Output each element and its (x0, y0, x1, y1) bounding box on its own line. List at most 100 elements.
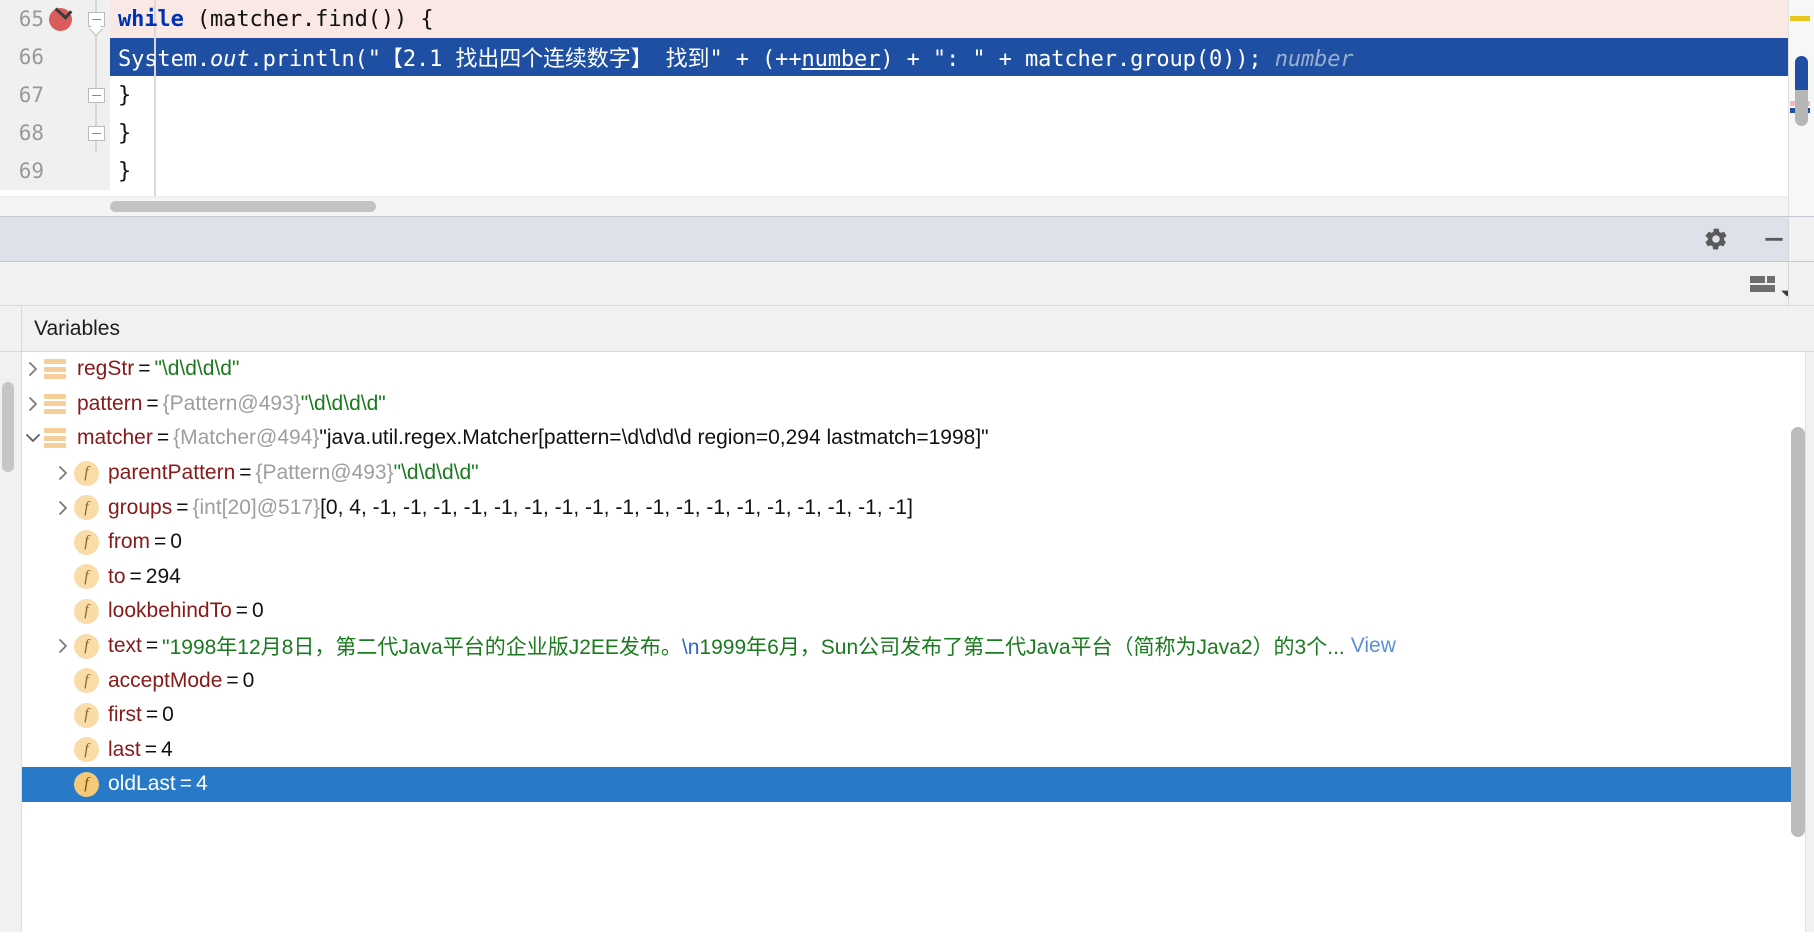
field-icon: f (74, 771, 99, 797)
chevron-right-icon[interactable] (22, 361, 44, 377)
variable-row[interactable]: f oldLast = 4 (0, 767, 1814, 802)
variable-value: "\d\d\d\d" (300, 391, 386, 415)
field-icon: f (74, 737, 99, 763)
variables-vertical-scrollbar[interactable] (1791, 352, 1805, 932)
code-editor[interactable]: 65 while (matcher.find()) {66 System.out… (0, 0, 1814, 216)
chevron-right-icon[interactable] (52, 500, 74, 516)
fold-column[interactable] (82, 76, 110, 114)
breakpoint-slot[interactable] (46, 0, 74, 38)
variable-row[interactable]: f text = "1998年12月8日，第二代Java平台的企业版J2EE发布。\n… (0, 629, 1814, 664)
variables-scrollbar-thumb[interactable] (1791, 427, 1805, 837)
breakpoint-slot[interactable] (46, 114, 74, 152)
minimize-button[interactable] (1758, 223, 1790, 255)
line-number: 68 (18, 121, 44, 145)
view-value-link[interactable]: View (1345, 634, 1396, 658)
horizontal-scrollbar[interactable] (0, 196, 1788, 216)
equals-sign: = (235, 599, 249, 623)
variable-name: regStr (77, 357, 135, 381)
fold-toggle-icon[interactable] (87, 11, 105, 27)
line-gutter[interactable]: 69 (0, 152, 82, 190)
fold-toggle-icon[interactable] (87, 125, 105, 141)
variable-name: groups (108, 495, 173, 519)
chevron-down-icon[interactable] (22, 430, 44, 446)
variable-value: "java.util.regex.Matcher[pattern=\d\d\d\… (319, 426, 989, 450)
equals-sign: = (129, 564, 142, 588)
debug-toolbar (0, 216, 1814, 262)
line-gutter[interactable]: 67 (0, 76, 82, 114)
variable-row[interactable]: regStr = "\d\d\d\d" (0, 352, 1814, 387)
inlay-hint: number (1261, 47, 1354, 72)
variables-tree[interactable]: regStr = "\d\d\d\d" pattern = {Pattern@493} "… (0, 352, 1814, 932)
equals-sign: = (138, 357, 151, 381)
indent-guide-1 (154, 0, 156, 216)
equals-sign: = (145, 634, 159, 658)
warning-marker[interactable] (1790, 16, 1810, 21)
code-line[interactable]: 65 while (matcher.find()) { (0, 0, 1814, 38)
code-line-text: } (118, 120, 132, 146)
variables-rows: regStr = "\d\d\d\d" pattern = {Pattern@493} "… (0, 352, 1814, 802)
fold-toggle-icon[interactable] (87, 87, 105, 103)
code-line[interactable]: 66 System.out.println("【2.1 找出四个连续数字】 找到… (0, 38, 1814, 76)
equals-sign: = (154, 530, 167, 554)
variable-row[interactable]: f last = 4 (0, 733, 1814, 768)
code-line[interactable]: 67 } (0, 76, 1814, 114)
variable-row[interactable]: f first = 0 (0, 698, 1814, 733)
variable-name: lookbehindTo (108, 599, 232, 623)
layout-grid-icon (1750, 275, 1775, 292)
breakpoint-slot[interactable] (46, 76, 74, 114)
variable-row[interactable]: f lookbehindTo = 0 (0, 594, 1814, 629)
variable-row[interactable]: f from = 0 (0, 525, 1814, 560)
line-number: 65 (18, 7, 44, 31)
local-variable-icon (44, 392, 68, 416)
fold-column[interactable] (82, 152, 110, 190)
minimize-icon (1765, 237, 1783, 241)
equals-sign: = (156, 426, 170, 450)
line-gutter[interactable]: 66 (0, 38, 82, 76)
variables-right-rail (1805, 352, 1814, 932)
editor-lines: 65 while (matcher.find()) {66 System.out… (0, 0, 1814, 190)
toolbar-right-edge (1788, 217, 1814, 261)
field-icon: f (74, 633, 99, 659)
variable-row[interactable]: f acceptMode = 0 (0, 663, 1814, 698)
chevron-right-icon[interactable] (22, 396, 44, 412)
variable-row[interactable]: f groups = {int[20]@517} [0, 4, -1, -1, -1,… (0, 490, 1814, 525)
variable-row[interactable]: matcher = {Matcher@494} "java.util.regex.M… (0, 421, 1814, 456)
chevron-right-icon[interactable] (52, 638, 74, 654)
equals-sign: = (226, 668, 239, 692)
line-gutter[interactable]: 65 (0, 0, 82, 38)
subbar-right-edge (1788, 262, 1814, 305)
field-icon: f (74, 495, 99, 521)
variable-name: oldLast (108, 772, 176, 796)
fold-column[interactable] (82, 0, 110, 38)
code-line[interactable]: 68 } (0, 114, 1814, 152)
variable-name: last (108, 737, 141, 761)
field-icon: f (74, 598, 99, 624)
variable-name: from (108, 530, 150, 554)
variable-row[interactable]: f to = 294 (0, 560, 1814, 595)
frames-scrollbar-thumb[interactable] (2, 382, 14, 472)
field-icon: f (74, 460, 99, 486)
breakpoint-verified-icon[interactable] (48, 7, 72, 31)
gear-icon (1705, 228, 1727, 250)
line-gutter[interactable]: 68 (0, 114, 82, 152)
variable-value: 0 (170, 530, 182, 554)
fold-column[interactable] (82, 114, 110, 152)
variable-name: parentPattern (108, 461, 236, 485)
line-number: 66 (18, 45, 44, 69)
code-line-text: } (118, 158, 132, 184)
code-line[interactable]: 69} (0, 152, 1814, 190)
debug-subbar (0, 262, 1814, 306)
variable-row[interactable]: f parentPattern = {Pattern@493} "\d\d\d\d" (0, 456, 1814, 491)
breakpoint-slot[interactable] (46, 152, 74, 190)
variable-value: "1998年12月8日，第二代Java平台的企业版J2EE发布。\n1999年6… (162, 636, 1345, 660)
equals-sign: = (144, 737, 157, 761)
line-number: 67 (18, 83, 44, 107)
variable-name: first (108, 703, 142, 727)
chevron-right-icon[interactable] (52, 465, 74, 481)
horizontal-scrollbar-thumb[interactable] (110, 201, 376, 212)
fold-column[interactable] (82, 38, 110, 76)
breakpoint-slot[interactable] (46, 38, 74, 76)
variable-row[interactable]: pattern = {Pattern@493} "\d\d\d\d" (0, 387, 1814, 422)
settings-button[interactable] (1700, 223, 1732, 255)
equals-sign: = (176, 495, 189, 519)
